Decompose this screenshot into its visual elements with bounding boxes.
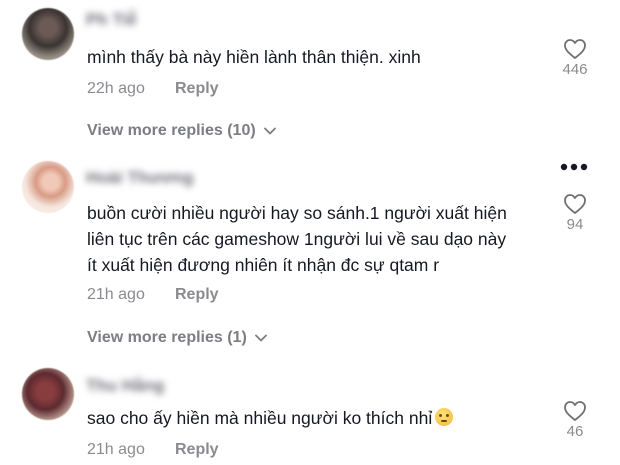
view-more-replies-label: View more replies (1) (87, 329, 247, 346)
comment-time: 21h ago (87, 441, 145, 458)
heart-outline-icon (564, 39, 586, 59)
reply-button[interactable]: Reply (175, 80, 219, 97)
view-more-replies-button[interactable]: View more replies (10) (87, 122, 276, 140)
thinking-face-emoji (435, 408, 454, 426)
comment-text-line: mình thấy bà này hiền lành thân thiện. x… (87, 47, 421, 67)
comment-text: sao cho ấy hiền mà nhiều người ko thích … (87, 405, 454, 431)
comment-text: mình thấy bà này hiền lành thân thiện. x… (87, 44, 421, 70)
comment-text-line: ít xuất hiện đương nhiên ít nhận đc sự q… (87, 255, 440, 275)
comment-text-line: sao cho ấy hiền mà nhiều người ko thích … (87, 408, 433, 428)
comment-meta: 21h ago Reply (87, 286, 219, 304)
like-button[interactable]: 446 (555, 38, 595, 78)
comment-username[interactable]: Ph Tiễ (86, 10, 137, 30)
avatar[interactable] (22, 368, 74, 420)
avatar[interactable] (22, 8, 74, 60)
avatar[interactable] (22, 161, 74, 213)
like-count: 94 (566, 216, 584, 233)
reply-button[interactable]: Reply (175, 286, 219, 303)
comment-meta: 21h ago Reply (87, 441, 219, 459)
comment-username[interactable]: Thu Hằng (86, 376, 164, 396)
reply-button[interactable]: Reply (175, 441, 219, 458)
comment-time: 22h ago (87, 80, 145, 97)
view-more-replies-label: View more replies (10) (87, 122, 256, 139)
chevron-down-icon (254, 334, 267, 342)
view-more-replies-button[interactable]: View more replies (1) (87, 329, 267, 347)
like-count: 446 (562, 61, 588, 78)
chevron-down-icon (263, 127, 276, 135)
like-button[interactable]: 94 (555, 193, 595, 233)
comment-username[interactable]: Hoài Thương (86, 168, 194, 188)
comment-text: buồn cười nhiều người hay so sánh.1 ngườ… (87, 200, 507, 278)
heart-outline-icon (564, 194, 586, 214)
comment-text-line: liên tục trên các gameshow 1người lui về… (87, 229, 507, 249)
comment-text-line: buồn cười nhiều người hay so sánh.1 ngườ… (87, 203, 507, 223)
like-button[interactable]: 46 (555, 400, 595, 440)
like-count: 46 (566, 423, 584, 440)
more-dots-icon[interactable] (560, 163, 588, 171)
comment-meta: 22h ago Reply (87, 80, 219, 98)
comment-time: 21h ago (87, 286, 145, 303)
heart-outline-icon (564, 401, 586, 421)
